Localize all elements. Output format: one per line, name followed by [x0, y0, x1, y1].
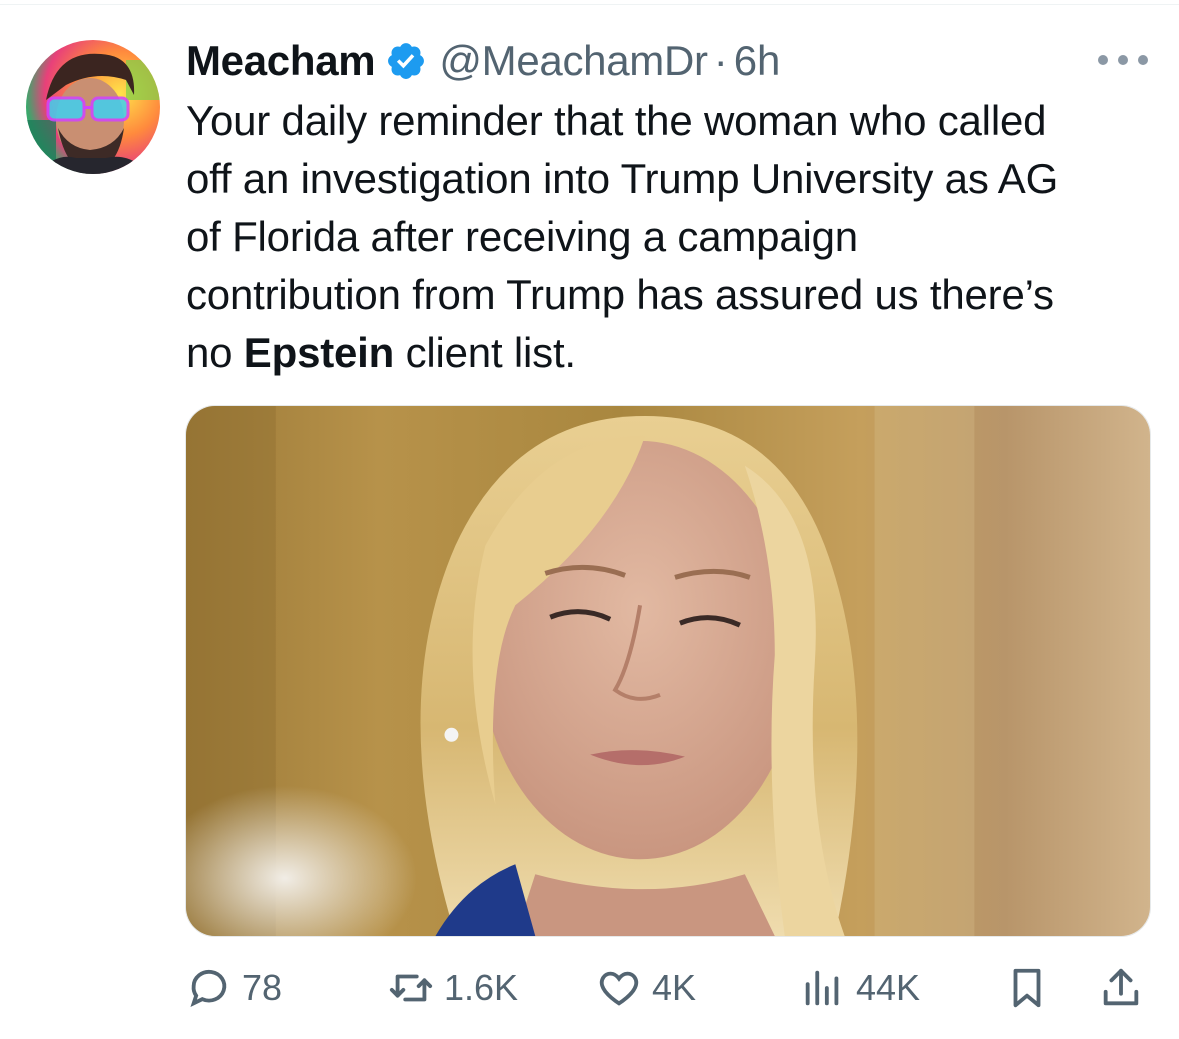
- bookmark-button[interactable]: [1004, 955, 1050, 1021]
- timestamp[interactable]: 6h: [734, 37, 781, 85]
- views-count: 44K: [856, 967, 921, 1008]
- dot-icon: [1118, 55, 1128, 65]
- avatar-image: [26, 40, 160, 174]
- text-prefix: no: [186, 329, 244, 376]
- avatar[interactable]: [26, 40, 160, 174]
- reply-count: 78: [242, 967, 283, 1008]
- more-options-icon[interactable]: [1098, 48, 1148, 72]
- display-name[interactable]: Meacham: [186, 37, 376, 85]
- dot-icon: [1138, 55, 1148, 65]
- photo-image: [186, 406, 1150, 936]
- share-icon: [1098, 965, 1144, 1011]
- separator: ·: [713, 37, 728, 84]
- retweet-count: 1.6K: [444, 967, 519, 1008]
- retweet-button[interactable]: 1.6K: [388, 955, 518, 1021]
- reply-icon: [186, 965, 232, 1011]
- tweet-text-line: no Epstein client list.: [186, 324, 1166, 382]
- like-count: 4K: [652, 967, 697, 1008]
- handle[interactable]: @MeachamDr: [439, 37, 708, 85]
- views-button[interactable]: 44K: [800, 955, 920, 1021]
- tweet-text-line: of Florida after receiving a campaign: [186, 213, 858, 260]
- reply-button[interactable]: 78: [186, 955, 282, 1021]
- highlighted-term: Epstein: [243, 329, 395, 376]
- tweet-header: Meacham @MeachamDr · 6h: [186, 36, 780, 86]
- bookmark-icon: [1004, 965, 1050, 1011]
- tweet-photo[interactable]: [185, 405, 1151, 937]
- tweet-text: Your daily reminder that the woman who c…: [186, 92, 1166, 382]
- tweet-text-line: Your daily reminder that the woman who c…: [186, 97, 1047, 144]
- divider: [0, 4, 1179, 5]
- tweet-text-line: contribution from Trump has assured us t…: [186, 271, 1054, 318]
- like-button[interactable]: 4K: [596, 955, 696, 1021]
- action-bar: 78 1.6K 4K 44K: [0, 955, 1179, 1025]
- tweet[interactable]: Meacham @MeachamDr · 6h Your daily remin…: [0, 0, 1179, 1039]
- text-suffix: client list.: [394, 329, 577, 376]
- share-button[interactable]: [1098, 955, 1144, 1021]
- heart-icon: [596, 965, 642, 1011]
- views-icon: [800, 965, 846, 1011]
- retweet-icon: [388, 965, 434, 1011]
- verified-badge-icon[interactable]: [385, 40, 427, 82]
- dot-icon: [1098, 55, 1108, 65]
- tweet-text-line: off an investigation into Trump Universi…: [186, 155, 1059, 202]
